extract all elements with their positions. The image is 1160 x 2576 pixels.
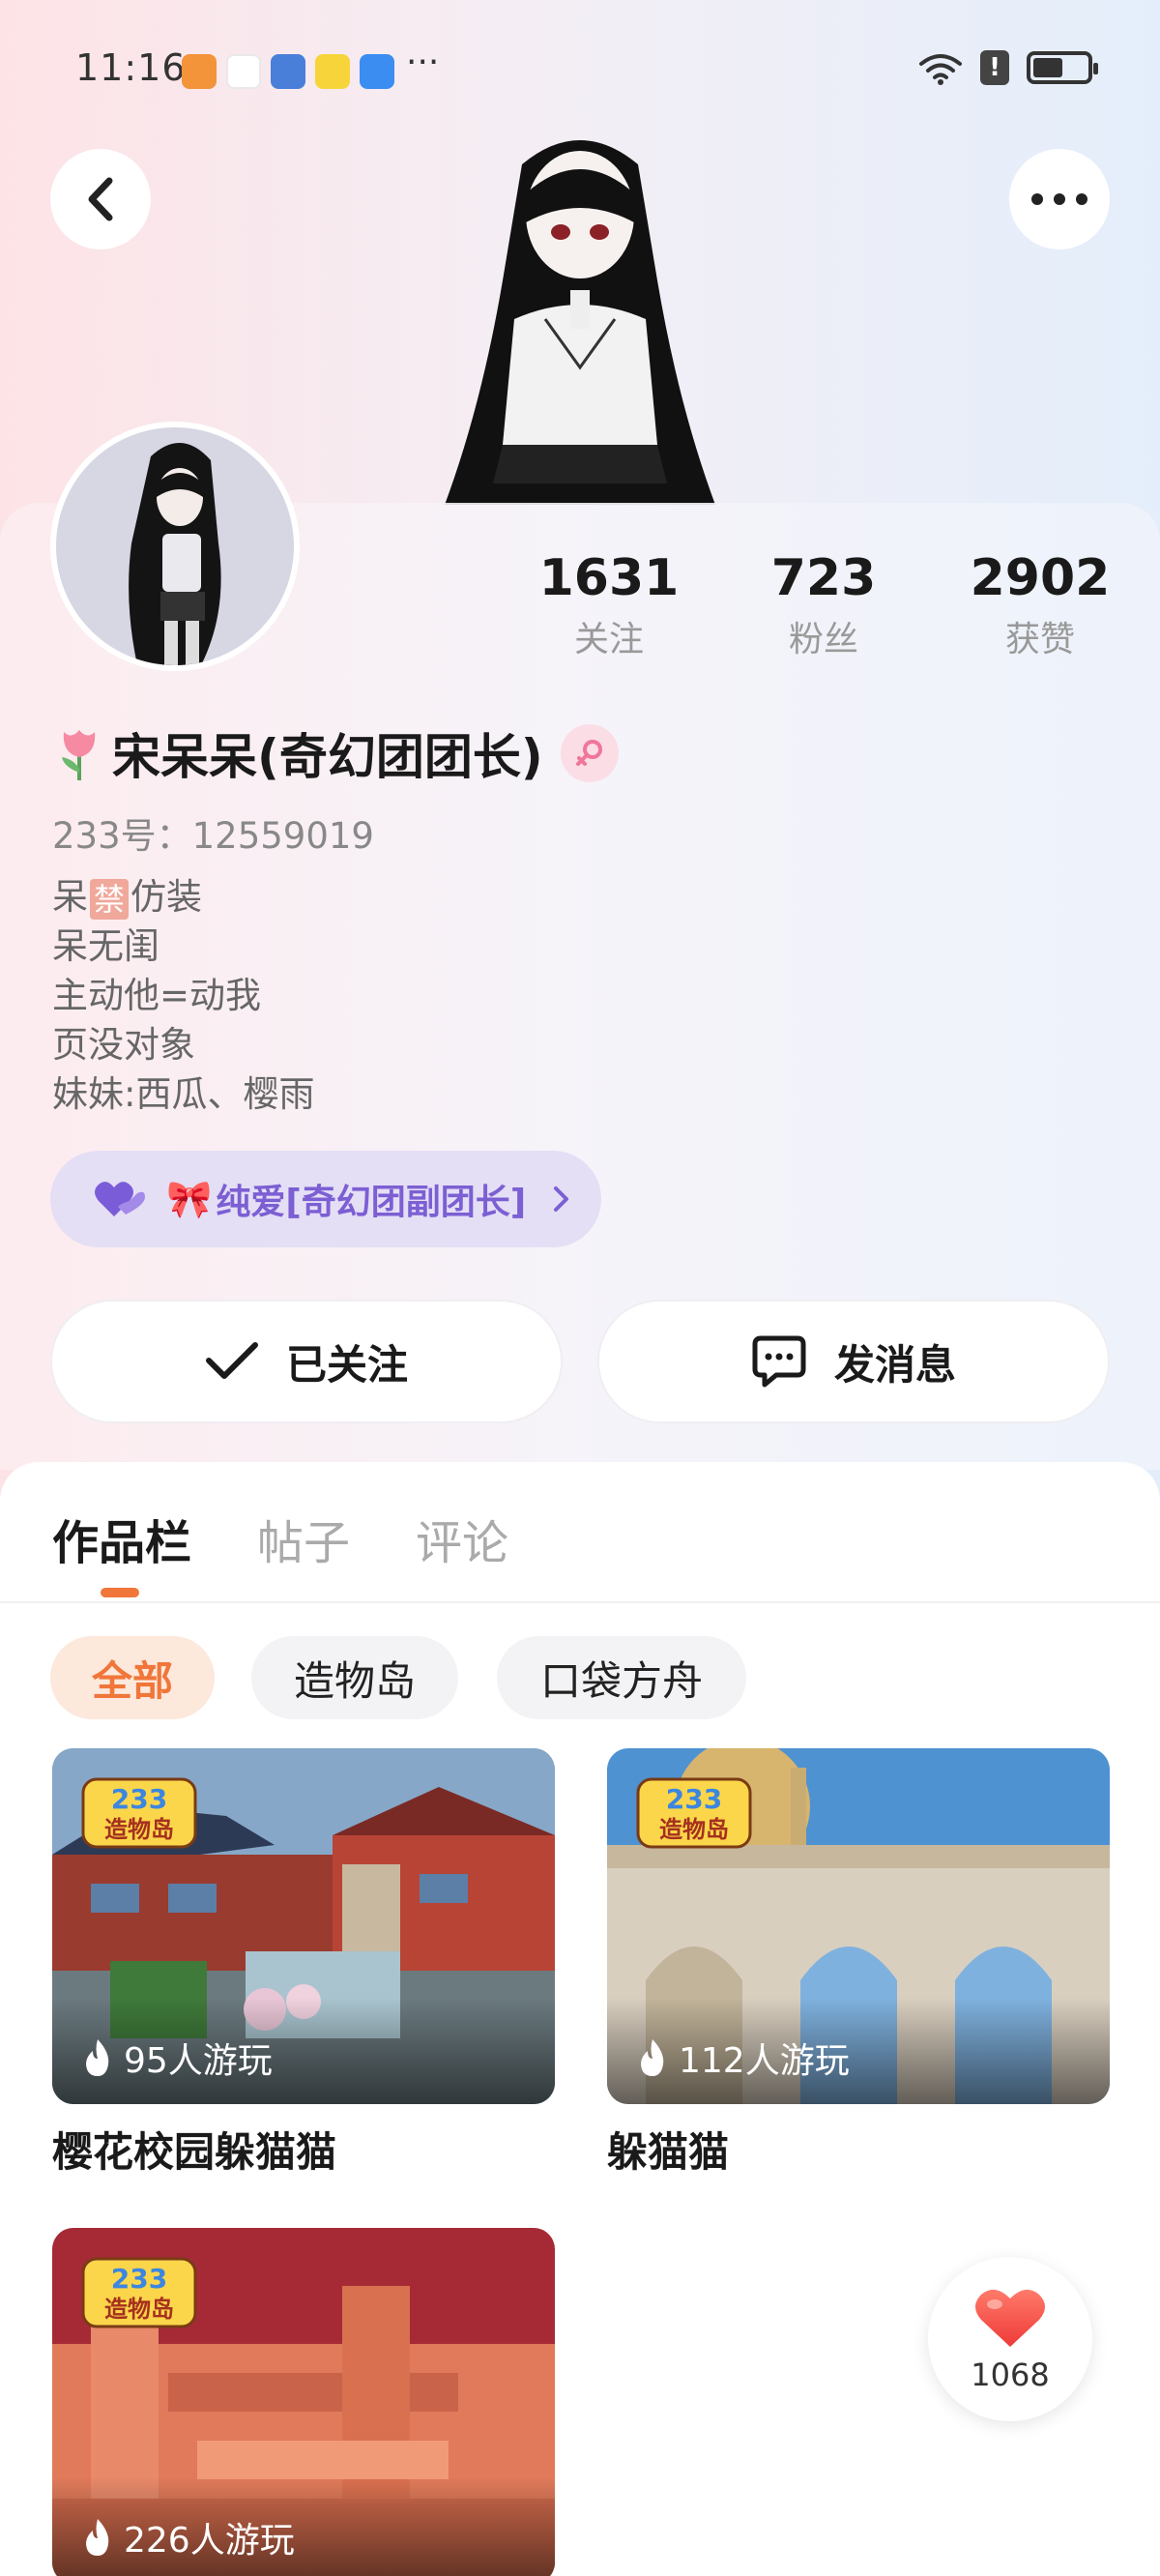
user-name: 宋呆呆(奇幻团团长)	[112, 729, 543, 785]
work-thumbnail: 233 造物岛 112人游玩	[607, 1748, 1110, 2104]
filter-chip-pocket-ark[interactable]: 口袋方舟	[497, 1636, 746, 1719]
bio-line-3: 主动他=动我	[52, 975, 262, 1016]
active-tab-indicator	[101, 1588, 139, 1597]
creation-island-logo: 233 造物岛	[636, 1777, 752, 1849]
likes-count: 2902	[970, 549, 1111, 607]
back-arrow-icon	[88, 177, 113, 221]
followed-button[interactable]: 已关注	[50, 1300, 563, 1423]
tab-comments[interactable]: 评论	[416, 1505, 508, 1572]
stat-following[interactable]: 1631 关注	[522, 543, 696, 667]
following-count: 1631	[538, 549, 680, 607]
ban-emoji-badge: 禁	[90, 878, 129, 920]
battery-icon	[1027, 51, 1098, 84]
chat-bubble-icon	[752, 1335, 806, 1388]
bio-line-1-start: 呆	[52, 876, 88, 918]
fans-label: 粉丝	[788, 620, 858, 659]
work-thumbnail: 233 造物岛 226人游玩	[52, 2228, 555, 2576]
play-count: 95人游玩	[81, 2033, 273, 2083]
tulip-icon	[62, 730, 96, 780]
play-count: 226人游玩	[81, 2512, 295, 2562]
play-count-text: 112人游玩	[679, 2041, 850, 2081]
work-thumbnail: 233 造物岛 95人游玩	[52, 1748, 555, 2104]
checkmark-icon	[205, 1342, 258, 1379]
work-card[interactable]: 233 造物岛 112人游玩 躲猫猫	[607, 1748, 1110, 2179]
pinwheel-app-icon	[226, 54, 261, 89]
wifi-icon	[919, 54, 962, 85]
play-count-text: 226人游玩	[124, 2521, 295, 2561]
more-notifications-icon: ···	[406, 43, 440, 82]
svg-text:233: 233	[111, 1783, 167, 1815]
bio-line-5: 妹妹:西瓜、樱雨	[52, 1073, 315, 1115]
more-options-button[interactable]	[1009, 149, 1110, 249]
bio-line-1-end: 仿装	[130, 876, 202, 918]
flame-icon	[641, 2039, 664, 2076]
bio-line-1: 呆禁仿装	[52, 872, 314, 922]
status-indicators: !	[918, 50, 1098, 85]
play-count-text: 95人游玩	[124, 2041, 273, 2081]
heart-icon	[975, 2289, 1045, 2347]
send-message-label: 发消息	[833, 1340, 956, 1389]
creation-island-logo: 233 造物岛	[81, 1777, 197, 1849]
bio-line-2: 呆无闺	[52, 925, 160, 967]
like-button[interactable]: 1068	[928, 2257, 1092, 2421]
meituan-app-icon	[315, 54, 350, 89]
alert-icon: !	[980, 50, 1009, 85]
flame-icon	[86, 2519, 109, 2556]
tab-works[interactable]: 作品栏	[52, 1505, 191, 1572]
svg-text:造物岛: 造物岛	[659, 1816, 729, 1843]
followed-button-label: 已关注	[285, 1340, 408, 1389]
stat-likes[interactable]: 2902 获赞	[953, 543, 1127, 667]
likes-label: 获赞	[1004, 620, 1075, 659]
creation-island-logo: 233 造物岛	[81, 2257, 197, 2328]
back-button[interactable]	[50, 149, 151, 249]
svg-text:造物岛: 造物岛	[104, 2296, 174, 2323]
bio: 呆禁仿装 呆无闺 主动他=动我 页没对象 妹妹:西瓜、樱雨	[52, 872, 314, 1119]
work-title: 樱花校园躲猫猫	[52, 2128, 337, 2176]
avatar-character-image	[129, 442, 221, 665]
filter-chip-creation-island[interactable]: 造物岛	[251, 1636, 458, 1719]
play-count: 112人游玩	[636, 2033, 850, 2083]
work-card[interactable]: 233 造物岛 95人游玩 樱花校园躲猫猫	[52, 1748, 555, 2179]
bow-icon: 🎀	[166, 1177, 213, 1220]
more-dots-icon	[1031, 193, 1088, 205]
profile-character-figure	[445, 140, 715, 505]
user-id: 233号：12559019	[52, 815, 374, 857]
relationship-tag[interactable]: 🎀 纯爱[奇幻团副团长]	[50, 1151, 601, 1247]
flame-icon	[86, 2039, 109, 2076]
stat-fans[interactable]: 723 粉丝	[737, 543, 911, 667]
svg-text:233: 233	[666, 1783, 722, 1815]
svg-text:233: 233	[111, 2263, 167, 2295]
chevron-right-icon	[554, 1186, 569, 1212]
double-heart-icon	[95, 1182, 145, 1216]
bio-line-4: 页没对象	[52, 1024, 195, 1066]
avatar[interactable]	[50, 422, 300, 671]
female-gender-icon	[560, 724, 619, 782]
relationship-tag-label: 纯爱[奇幻团副团长]	[216, 1183, 527, 1222]
profile-stats: 1631 关注 723 粉丝 2902 获赞	[522, 543, 1121, 669]
svg-text:造物岛: 造物岛	[104, 1816, 174, 1843]
status-bar: 11:16 ··· !	[0, 0, 1160, 135]
taobao-app-icon	[182, 54, 217, 89]
fans-count: 723	[770, 549, 877, 607]
like-count: 1068	[971, 2356, 1050, 2393]
work-card[interactable]: 233 造物岛 226人游玩	[52, 2228, 555, 2576]
tab-bar: 作品栏 帖子 评论	[0, 1462, 1160, 1603]
weather-app-icon	[271, 54, 305, 89]
send-message-button[interactable]: 发消息	[597, 1300, 1110, 1423]
name-row: 宋呆呆(奇幻团团长)	[52, 719, 619, 787]
status-time: 11:16	[75, 46, 187, 89]
filter-chip-all[interactable]: 全部	[50, 1636, 215, 1719]
work-title: 躲猫猫	[607, 2128, 730, 2176]
map-app-icon	[360, 54, 394, 89]
tab-posts[interactable]: 帖子	[257, 1505, 350, 1572]
following-label: 关注	[573, 620, 644, 659]
